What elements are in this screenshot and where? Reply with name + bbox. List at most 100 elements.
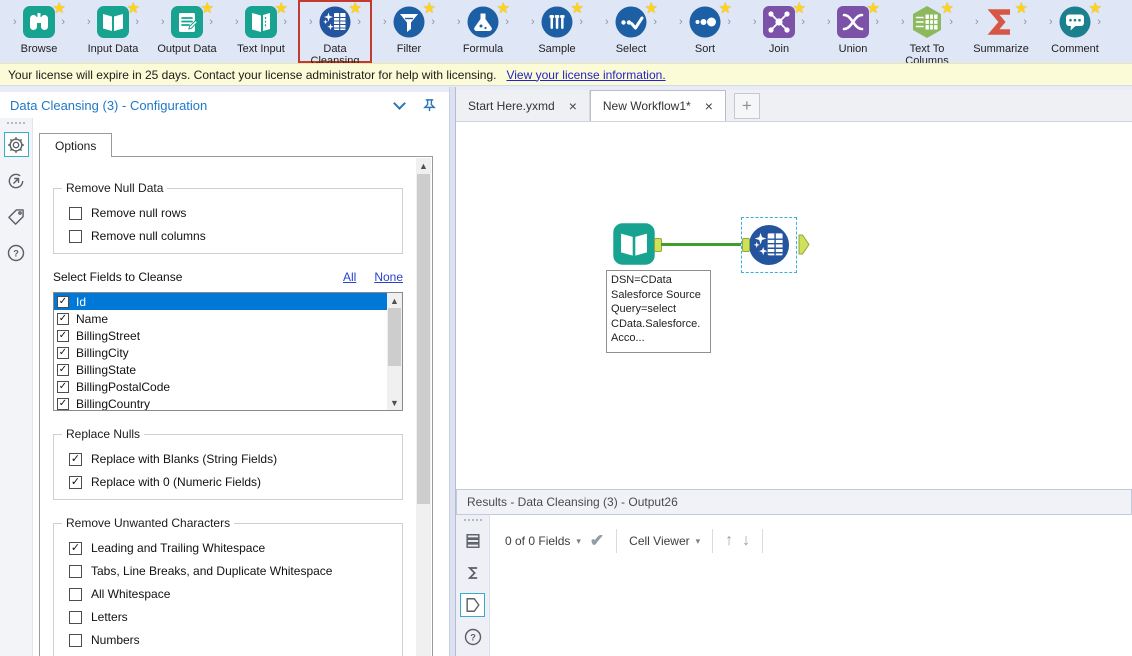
tool-label: Browse xyxy=(21,43,58,55)
pin-icon[interactable] xyxy=(422,98,437,113)
configuration-scrollbar[interactable]: ▲ xyxy=(416,158,431,656)
toolbar-tool-comment[interactable]: › › ★ Comment xyxy=(1038,0,1112,63)
select-none-link[interactable]: None xyxy=(374,270,403,284)
toolbar-tool-select[interactable]: › › ★ Select xyxy=(594,0,668,63)
anchor-out-indicator: › xyxy=(135,17,139,28)
panel-splitter[interactable] xyxy=(449,87,456,656)
cell-viewer-dropdown[interactable]: Cell Viewer ▾ xyxy=(629,534,700,548)
run-history-icon[interactable] xyxy=(4,168,29,193)
checkbox[interactable] xyxy=(69,453,82,466)
tag-icon[interactable] xyxy=(4,204,29,229)
browse-icon: › › ★ xyxy=(22,5,56,39)
favorite-star-icon: ★ xyxy=(53,0,66,17)
checkbox[interactable] xyxy=(69,565,82,578)
scroll-thumb[interactable] xyxy=(388,308,401,366)
field-row-billingcountry[interactable]: BillingCountry xyxy=(54,395,387,411)
close-icon[interactable]: × xyxy=(569,99,577,113)
checkbox[interactable] xyxy=(69,542,82,555)
toolbar-tool-input-data[interactable]: › › ★ Input Data xyxy=(76,0,150,63)
input-data-tool[interactable] xyxy=(612,222,656,266)
checkbox[interactable] xyxy=(57,296,69,308)
close-icon[interactable]: × xyxy=(705,99,713,113)
toolbar-tool-data-cleansing[interactable]: › › ★ Data Cleansing xyxy=(298,0,372,63)
field-row-billingpostalcode[interactable]: BillingPostalCode xyxy=(54,378,387,395)
toolbar-tool-union[interactable]: › › ★ Union xyxy=(816,0,890,63)
help-icon[interactable]: ? xyxy=(460,624,485,649)
field-label: BillingState xyxy=(76,363,136,377)
field-row-billingcity[interactable]: BillingCity xyxy=(54,344,387,361)
checkbox[interactable] xyxy=(69,476,82,489)
drag-handle[interactable] xyxy=(7,122,25,124)
metadata-sigma-icon[interactable] xyxy=(460,561,485,586)
tool-label: Join xyxy=(769,43,789,55)
group-title: Remove Null Data xyxy=(62,181,167,195)
tab-options[interactable]: Options xyxy=(39,133,112,157)
toolbar-tool-text-to-columns[interactable]: › › ★ Text To Columns xyxy=(890,0,964,63)
anchor-out-indicator: › xyxy=(653,17,657,28)
field-row-billingstate[interactable]: BillingState xyxy=(54,361,387,378)
checkbox[interactable] xyxy=(57,398,69,410)
help-icon[interactable]: ? xyxy=(4,240,29,265)
checkbox[interactable] xyxy=(69,207,82,220)
tool-annotation[interactable]: DSN=CDataSalesforce SourceQuery=selectCD… xyxy=(606,270,711,353)
tool-label: Formula xyxy=(463,43,503,55)
checkbox[interactable] xyxy=(69,611,82,624)
checkbox[interactable] xyxy=(69,230,82,243)
checkbox[interactable] xyxy=(57,381,69,393)
scroll-up-button[interactable]: ▲ xyxy=(387,293,402,308)
checkbox-label: Replace with 0 (Numeric Fields) xyxy=(91,475,261,489)
field-list: Id Name BillingStreet BillingCity Billin… xyxy=(53,292,403,411)
arrow-down-icon[interactable]: ↓ xyxy=(742,532,750,550)
workflow-tab-new-workflow1-[interactable]: New Workflow1* × xyxy=(590,90,726,121)
checkbox[interactable] xyxy=(57,364,69,376)
field-list-scrollbar[interactable]: ▲ ▼ xyxy=(387,293,402,410)
workflow-tabbar: Start Here.yxmd × New Workflow1* × + xyxy=(456,90,1132,122)
drag-handle[interactable] xyxy=(464,519,482,521)
toolbar-tool-summarize[interactable]: › › ★ Summarize xyxy=(964,0,1038,63)
field-row-billingstreet[interactable]: BillingStreet xyxy=(54,327,387,344)
select-all-link[interactable]: All xyxy=(343,270,356,284)
apply-check-icon[interactable]: ✔ xyxy=(590,531,604,551)
union-icon: › › ★ xyxy=(836,5,870,39)
toolbar-tool-sort[interactable]: › › ★ Sort xyxy=(668,0,742,63)
field-row-id[interactable]: Id xyxy=(54,293,387,310)
checkbox[interactable] xyxy=(57,330,69,342)
toolbar-tool-join[interactable]: › › ★ Join xyxy=(742,0,816,63)
workflow-tab-start-here-yxmd[interactable]: Start Here.yxmd × xyxy=(456,90,590,121)
checkbox[interactable] xyxy=(57,313,69,325)
anchor-in-indicator: › xyxy=(161,17,165,28)
checkbox[interactable] xyxy=(69,588,82,601)
checkbox[interactable] xyxy=(57,347,69,359)
toolbar-tool-output-data[interactable]: › › ★ Output Data xyxy=(150,0,224,63)
scroll-thumb[interactable] xyxy=(417,174,430,504)
chevron-down-icon[interactable] xyxy=(393,97,406,110)
toolbar-tool-filter[interactable]: › › ★ Filter xyxy=(372,0,446,63)
checkbox[interactable] xyxy=(69,634,82,647)
annotation-line: CData.Salesforce. xyxy=(611,317,706,332)
connection-line[interactable] xyxy=(661,243,743,246)
table-icon[interactable] xyxy=(460,529,485,554)
data-pane-icon[interactable] xyxy=(460,593,485,618)
results-header[interactable]: Results - Data Cleansing (3) - Output26 xyxy=(456,489,1132,515)
fields-summary: 0 of 0 Fields xyxy=(505,534,570,548)
workflow-canvas[interactable] xyxy=(456,122,1132,489)
gear-icon[interactable] xyxy=(4,132,29,157)
tab-label: New Workflow1* xyxy=(603,99,691,113)
new-workflow-button[interactable]: + xyxy=(734,93,760,119)
toolbar-tool-formula[interactable]: › › ★ Formula xyxy=(446,0,520,63)
fields-dropdown[interactable]: 0 of 0 Fields ▾ xyxy=(505,534,581,548)
toolbar-tool-browse[interactable]: › › ★ Browse xyxy=(2,0,76,63)
arrow-up-icon[interactable]: ↑ xyxy=(725,532,733,550)
input-anchor[interactable] xyxy=(742,238,750,252)
toolbar-tool-text-input[interactable]: › › ★ Text Input xyxy=(224,0,298,63)
output-anchor[interactable] xyxy=(798,234,810,255)
license-info-link[interactable]: View your license information. xyxy=(506,68,665,82)
annotation-line: DSN=CData xyxy=(611,273,706,288)
filter-icon: › › ★ xyxy=(392,5,426,39)
toolbar-tool-sample[interactable]: › › ★ Sample xyxy=(520,0,594,63)
scroll-down-button[interactable]: ▼ xyxy=(387,395,402,410)
anchor-in-indicator: › xyxy=(605,17,609,28)
scroll-up-button[interactable]: ▲ xyxy=(416,158,431,173)
field-label: BillingStreet xyxy=(76,329,140,343)
field-row-name[interactable]: Name xyxy=(54,310,387,327)
